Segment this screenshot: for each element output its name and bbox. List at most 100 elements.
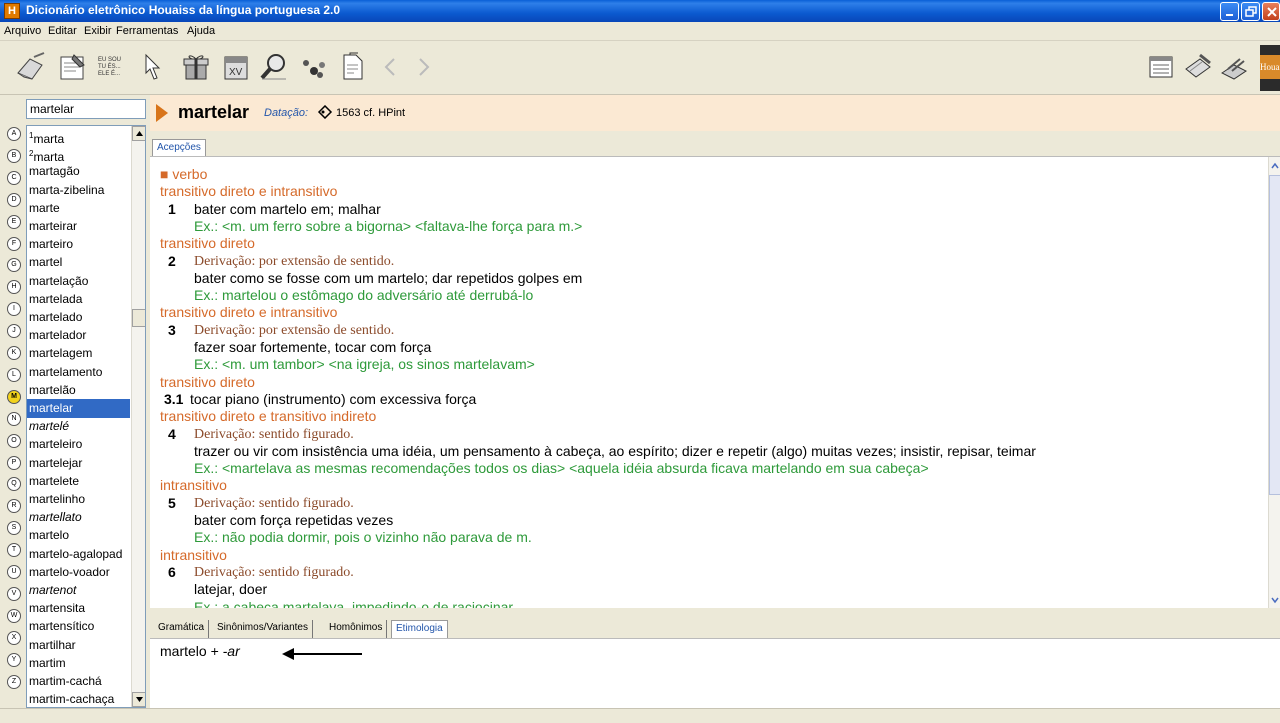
- list-item[interactable]: marte: [27, 199, 130, 218]
- close-button[interactable]: [1262, 2, 1280, 21]
- list-item[interactable]: martensita: [27, 599, 130, 618]
- eraser-icon[interactable]: [14, 51, 46, 83]
- menu-arquivo[interactable]: Arquivo: [4, 25, 41, 37]
- letter-index-i[interactable]: I: [7, 302, 21, 317]
- letter-index-f[interactable]: F: [7, 236, 21, 251]
- letter-index-j[interactable]: J: [7, 324, 21, 339]
- notebook-icon[interactable]: [56, 51, 88, 83]
- letter-index-c[interactable]: C: [7, 170, 21, 185]
- word-list-scrollbar[interactable]: [131, 126, 145, 707]
- scroll-thumb[interactable]: [132, 309, 145, 327]
- list-item[interactable]: martelo-agalopad: [27, 545, 130, 564]
- list-item[interactable]: martelão: [27, 381, 130, 400]
- list-item[interactable]: marteiro: [27, 235, 130, 254]
- letter-index-b[interactable]: B: [7, 148, 21, 163]
- letter-index-k[interactable]: K: [7, 346, 21, 360]
- letter-index-z[interactable]: Z: [7, 674, 21, 689]
- print-icon[interactable]: [1218, 51, 1250, 83]
- scroll-thumb[interactable]: [1269, 175, 1280, 495]
- eu-sou-conjugation-icon[interactable]: EU SOU TU ÉS... ELE É...: [96, 51, 128, 83]
- search-zoom-icon[interactable]: [258, 51, 290, 83]
- list-item[interactable]: martilhar: [27, 636, 130, 655]
- letter-index-l[interactable]: L: [7, 367, 21, 382]
- list-item[interactable]: martagão: [27, 162, 130, 181]
- letter-index-o[interactable]: O: [7, 433, 21, 448]
- list-item[interactable]: martelação: [27, 272, 130, 291]
- document-icon[interactable]: [336, 51, 368, 83]
- scroll-up-button[interactable]: [132, 126, 145, 141]
- list-item[interactable]: martelado: [27, 308, 130, 327]
- restore-button[interactable]: [1241, 2, 1260, 21]
- minimize-button[interactable]: [1220, 2, 1239, 21]
- letter-index-y[interactable]: Y: [7, 652, 21, 667]
- list-item[interactable]: marta-zibelina: [27, 181, 130, 200]
- list-item[interactable]: 1marta: [27, 126, 130, 145]
- arrow-up-icon[interactable]: [1270, 161, 1280, 171]
- tab-etimologia[interactable]: Etimologia: [391, 620, 448, 638]
- houaiss-logo: Houaiss: [1260, 45, 1280, 91]
- tab-homonimos[interactable]: Homônimos: [325, 620, 388, 638]
- list-item[interactable]: martim-cachá: [27, 672, 130, 691]
- list-item[interactable]: martelo: [27, 526, 130, 545]
- book-pen-icon[interactable]: [1182, 51, 1214, 83]
- list-item[interactable]: martelador: [27, 326, 130, 345]
- letter-index-x[interactable]: X: [7, 630, 21, 645]
- list-item[interactable]: martensítico: [27, 617, 130, 636]
- letter-index-d[interactable]: D: [7, 192, 21, 207]
- toolbar: EU SOUTU ÉS...ELE É... XV Houaiss: [0, 41, 1280, 95]
- list-item[interactable]: martenot: [27, 581, 130, 600]
- title-bar: H Dicionário eletrônico Houaiss da língu…: [0, 0, 1280, 22]
- letter-index-u[interactable]: U: [7, 565, 21, 579]
- example-text: Ex.: a cabeça martelava, impedindo-o de …: [194, 598, 514, 609]
- letter-index-e[interactable]: E: [7, 214, 21, 229]
- letter-index-n[interactable]: N: [7, 411, 21, 426]
- letter-index-v[interactable]: V: [7, 586, 21, 601]
- letter-index-q[interactable]: Q: [7, 477, 21, 492]
- arrow-down-icon[interactable]: [1270, 595, 1280, 605]
- list-item[interactable]: martel: [27, 253, 130, 272]
- list-item[interactable]: martim: [27, 654, 130, 673]
- list-item[interactable]: martelo-voador: [27, 563, 130, 582]
- list-item[interactable]: marteleiro: [27, 435, 130, 454]
- tab-sinonimos-variantes[interactable]: Sinônimos/Variantes: [213, 620, 313, 638]
- dots-icon[interactable]: [298, 51, 330, 83]
- menu-exibir[interactable]: Exibir: [84, 25, 112, 37]
- letter-index-t[interactable]: T: [7, 543, 21, 558]
- list-item[interactable]: 2marta: [27, 144, 130, 163]
- tab-acepcoes[interactable]: Acepções: [152, 139, 206, 157]
- letter-index-g[interactable]: G: [7, 258, 21, 273]
- list-item[interactable]: martelejar: [27, 454, 130, 473]
- list-item[interactable]: martim-cachaça: [27, 690, 130, 707]
- menu-ajuda[interactable]: Ajuda: [187, 25, 215, 37]
- list-item[interactable]: martelada: [27, 290, 130, 309]
- list-item[interactable]: martelete: [27, 472, 130, 491]
- tab-gramatica[interactable]: Gramática: [154, 620, 210, 638]
- menu-ferramentas[interactable]: Ferramentas: [116, 25, 178, 37]
- letter-index-a[interactable]: A: [7, 127, 21, 141]
- list-item[interactable]: marteirar: [27, 217, 130, 236]
- gift-icon[interactable]: [180, 51, 212, 83]
- list-item[interactable]: martellato: [27, 508, 130, 527]
- letter-index-s[interactable]: S: [7, 521, 21, 536]
- calendar-icon[interactable]: XV: [220, 51, 252, 83]
- list-view-icon[interactable]: [1144, 51, 1176, 83]
- letter-index-w[interactable]: W: [7, 608, 21, 623]
- definitions-scrollbar[interactable]: [1268, 157, 1280, 608]
- letter-index-h[interactable]: H: [7, 280, 21, 295]
- list-item[interactable]: martelamento: [27, 363, 130, 382]
- list-item[interactable]: martelé: [27, 417, 130, 436]
- letter-index-r[interactable]: R: [7, 499, 21, 514]
- menu-editar[interactable]: Editar: [48, 25, 77, 37]
- word-list[interactable]: 1marta 2marta martagão marta-zibelina marte m…: [26, 125, 146, 708]
- cursor-icon[interactable]: [136, 51, 168, 83]
- back-arrow-icon[interactable]: [374, 51, 406, 83]
- scroll-down-button[interactable]: [132, 692, 145, 707]
- forward-arrow-icon[interactable]: [408, 51, 440, 83]
- grammar-label: transitivo direto: [160, 235, 255, 252]
- letter-index-m[interactable]: M: [7, 389, 21, 404]
- list-item[interactable]: martelar: [27, 399, 130, 418]
- list-item[interactable]: martelinho: [27, 490, 130, 509]
- letter-index-p[interactable]: P: [7, 455, 21, 470]
- search-input[interactable]: martelar: [26, 99, 146, 119]
- list-item[interactable]: martelagem: [27, 344, 130, 363]
